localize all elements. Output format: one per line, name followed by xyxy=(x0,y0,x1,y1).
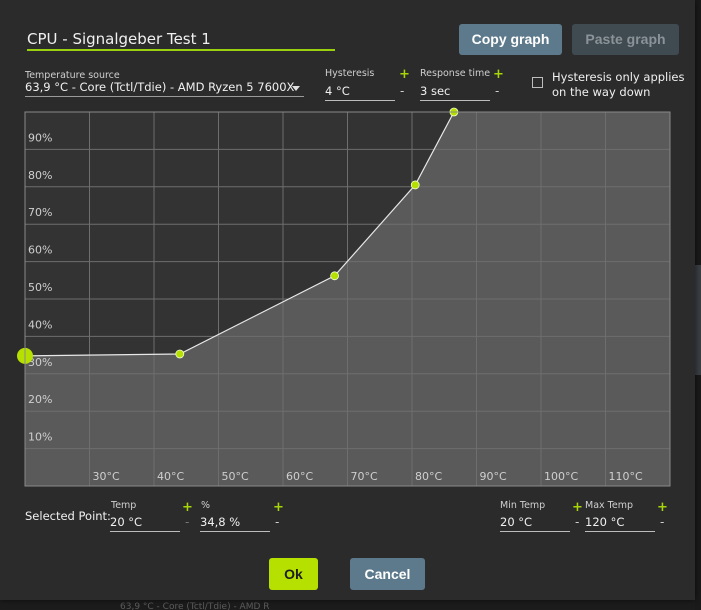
max-temp-value: 120 °C xyxy=(585,515,625,529)
selected-percent-label: % xyxy=(201,500,211,511)
y-tick-label: 90% xyxy=(28,131,52,144)
y-tick-label: 60% xyxy=(28,244,52,257)
y-tick-labels: 10%20%30%40%50%60%70%80%90% xyxy=(28,131,52,443)
y-tick-label: 10% xyxy=(28,431,52,444)
x-tick-label: 70°C xyxy=(351,470,378,483)
selected-percent-plus-icon[interactable]: + xyxy=(273,501,284,514)
x-tick-label: 110°C xyxy=(609,470,643,483)
max-temp-minus-icon[interactable]: - xyxy=(660,516,664,528)
background-source-text: 63,9 °C - Core (Tctl/Tdie) - AMD R xyxy=(120,602,270,610)
x-tick-label: 60°C xyxy=(286,470,313,483)
min-temp-plus-icon[interactable]: + xyxy=(572,501,583,514)
x-tick-labels: 30°C 40°C 50°C 60°C 70°C 80°C 90°C 100°C 110°C xyxy=(93,470,643,483)
y-tick-label: 20% xyxy=(28,393,52,406)
min-temp-input[interactable]: 20 °C xyxy=(500,515,570,532)
min-temp-label: Min Temp xyxy=(500,500,546,511)
cancel-button[interactable]: Cancel xyxy=(350,558,425,590)
selected-percent-value: 34,8 % xyxy=(200,515,241,529)
selected-temp-plus-icon[interactable]: + xyxy=(182,501,193,514)
fan-curve-graph[interactable]: 10%20%30%40%50%60%70%80%90% 30°C 40°C 50°C… xyxy=(0,0,695,500)
selected-percent-minus-icon[interactable]: - xyxy=(275,516,279,528)
background-panel xyxy=(695,265,701,375)
selected-temp-minus-icon[interactable]: - xyxy=(185,516,189,528)
ok-button[interactable]: Ok xyxy=(269,558,318,590)
curve-point[interactable] xyxy=(175,349,185,359)
x-tick-label: 80°C xyxy=(415,470,442,483)
y-tick-label: 80% xyxy=(28,169,52,182)
max-temp-plus-icon[interactable]: + xyxy=(657,501,668,514)
max-temp-label: Max Temp xyxy=(585,500,633,511)
y-tick-label: 40% xyxy=(28,318,52,331)
min-temp-minus-icon[interactable]: - xyxy=(575,516,579,528)
curve-point[interactable] xyxy=(410,180,420,190)
y-tick-label: 70% xyxy=(28,206,52,219)
x-tick-label: 100°C xyxy=(544,470,578,483)
x-tick-label: 30°C xyxy=(93,470,120,483)
x-tick-label: 40°C xyxy=(157,470,184,483)
fan-curve-dialog: CPU - Signalgeber Test 1 Copy graph Past… xyxy=(0,0,695,600)
curve-point[interactable] xyxy=(330,271,340,281)
selected-point-label: Selected Point: xyxy=(25,509,111,523)
selected-temp-value: 20 °C xyxy=(110,515,143,529)
selected-temp-input[interactable]: 20 °C xyxy=(110,515,180,532)
y-tick-label: 50% xyxy=(28,281,52,294)
selected-temp-label: Temp xyxy=(111,500,137,511)
selected-percent-input[interactable]: 34,8 % xyxy=(200,515,270,532)
max-temp-input[interactable]: 120 °C xyxy=(585,515,655,532)
x-tick-label: 50°C xyxy=(222,470,249,483)
min-temp-value: 20 °C xyxy=(500,515,533,529)
x-tick-label: 90°C xyxy=(480,470,507,483)
